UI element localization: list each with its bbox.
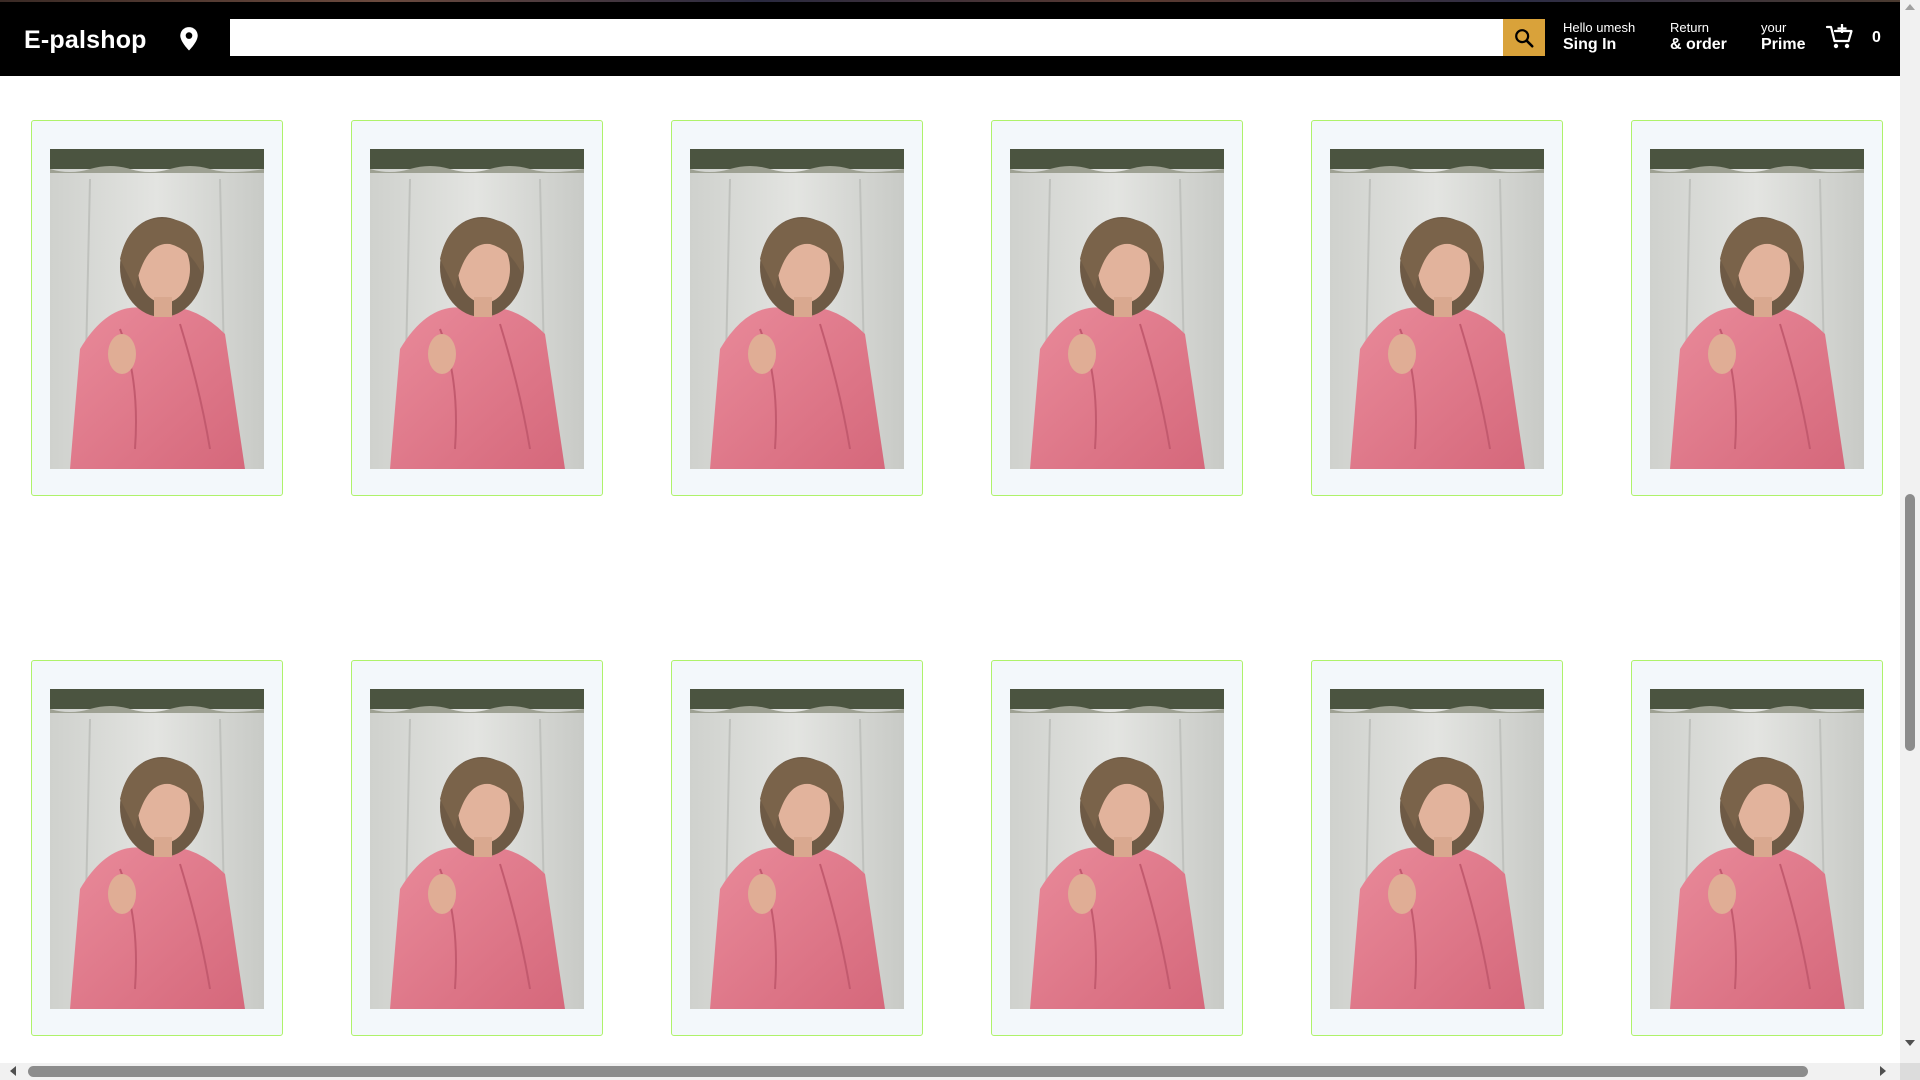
map-pin-icon[interactable] (178, 26, 200, 52)
product-photo[interactable] (1650, 149, 1864, 469)
product-image[interactable] (1650, 689, 1864, 1009)
product-photo[interactable] (1010, 149, 1224, 469)
cart-count: 0 (1872, 29, 1881, 46)
product-photo[interactable] (690, 689, 904, 1009)
top-header: E-palshop Hello umesh Sing In Return & o… (0, 0, 1900, 76)
scroll-left-arrow[interactable] (10, 1066, 16, 1076)
scroll-right-arrow[interactable] (1880, 1066, 1886, 1076)
scroll-down-arrow[interactable] (1905, 1040, 1915, 1046)
product-photo[interactable] (50, 689, 264, 1009)
orders-label: & order (1670, 35, 1727, 53)
cart-add-icon[interactable] (1825, 22, 1855, 52)
product-card[interactable] (351, 660, 603, 1036)
product-photo[interactable] (370, 149, 584, 469)
product-card[interactable] (1631, 660, 1883, 1036)
product-card[interactable] (31, 660, 283, 1036)
scrollbar-corner (1900, 1063, 1920, 1080)
product-image[interactable] (1010, 149, 1224, 469)
product-image[interactable] (50, 149, 264, 469)
search-icon (1515, 28, 1534, 48)
prime-label: Prime (1761, 35, 1806, 53)
product-photo[interactable] (1010, 689, 1224, 1009)
product-photo[interactable] (1650, 689, 1864, 1009)
product-photo[interactable] (690, 149, 904, 469)
product-image[interactable] (1330, 689, 1544, 1009)
horizontal-scrollbar-thumb[interactable] (28, 1066, 1808, 1077)
product-image[interactable] (690, 689, 904, 1009)
search-input[interactable] (230, 19, 1503, 56)
product-card[interactable] (1311, 660, 1563, 1036)
product-card[interactable] (31, 120, 283, 496)
signin-greeting: Hello umesh (1563, 20, 1636, 35)
product-card[interactable] (671, 660, 923, 1036)
site-logo[interactable]: E-palshop (24, 26, 147, 55)
product-image[interactable] (1650, 149, 1864, 469)
prime-link[interactable]: your Prime (1761, 20, 1806, 54)
product-image[interactable] (1330, 149, 1544, 469)
product-card[interactable] (991, 120, 1243, 496)
product-image[interactable] (1010, 689, 1224, 1009)
product-photo[interactable] (1330, 149, 1544, 469)
product-card[interactable] (351, 120, 603, 496)
returns-label: Return (1670, 20, 1710, 35)
returns-orders-link[interactable]: Return & order (1670, 20, 1727, 54)
product-card[interactable] (1311, 120, 1563, 496)
product-image[interactable] (690, 149, 904, 469)
search-button[interactable] (1503, 19, 1545, 56)
product-photo[interactable] (50, 149, 264, 469)
product-image[interactable] (370, 149, 584, 469)
vertical-scrollbar-thumb[interactable] (1905, 494, 1915, 751)
product-image[interactable] (370, 689, 584, 1009)
product-card[interactable] (991, 660, 1243, 1036)
product-photo[interactable] (1330, 689, 1544, 1009)
scroll-up-arrow[interactable] (1905, 4, 1915, 10)
prime-small-label: your (1761, 20, 1787, 35)
product-photo[interactable] (370, 689, 584, 1009)
header-top-strip (0, 0, 1900, 2)
signin-link[interactable]: Hello umesh Sing In (1563, 20, 1636, 54)
product-card[interactable] (1631, 120, 1883, 496)
product-card[interactable] (671, 120, 923, 496)
product-image[interactable] (50, 689, 264, 1009)
signin-label: Sing In (1563, 35, 1617, 53)
